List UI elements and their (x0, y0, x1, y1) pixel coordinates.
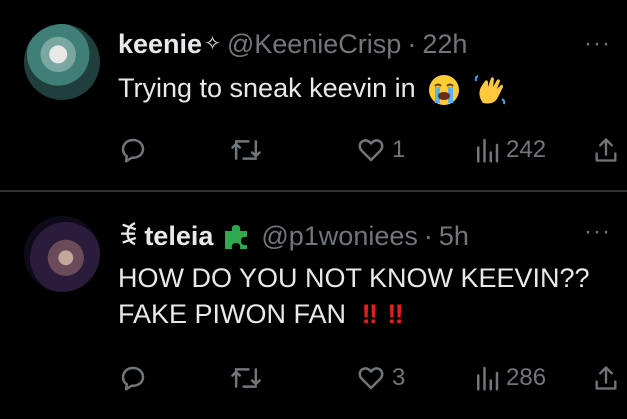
share-button[interactable] (592, 130, 620, 170)
sparkle-symbol: ✧ (204, 33, 221, 55)
views-count: 242 (506, 136, 547, 163)
loudly-crying-face-emoji (429, 74, 460, 105)
action-bar: 1 242 (0, 130, 627, 170)
tweet-text-content: FAKE PIWON FAN (118, 299, 347, 329)
tweet-header: keenie ✧ @KeenieCrisp · 22h (118, 28, 467, 60)
views-count: 286 (506, 364, 547, 391)
handle[interactable]: @p1woniees (261, 220, 418, 252)
double-exclamation-emoji: ‼ ‼ (361, 299, 405, 329)
more-options-icon[interactable]: ··· (584, 32, 611, 56)
name-prefix-symbol: ꉂ (118, 221, 139, 251)
share-icon (595, 366, 617, 390)
avatar[interactable] (24, 24, 100, 100)
display-name[interactable]: teleia (144, 220, 213, 252)
action-bar: 3 286 (0, 358, 627, 398)
reply-button[interactable] (118, 358, 148, 398)
waving-hand-emoji (474, 74, 505, 105)
views-button[interactable]: 242 (474, 130, 546, 170)
timestamp[interactable]: 22h (422, 28, 467, 60)
timestamp[interactable]: 5h (439, 220, 469, 252)
retweet-icon (231, 368, 261, 388)
share-icon (595, 138, 617, 162)
views-icon (477, 366, 499, 391)
views-button[interactable]: 286 (474, 358, 546, 398)
retweet-button[interactable] (230, 130, 262, 170)
tweet-text: Trying to sneak keevin in (118, 70, 507, 107)
puzzle-piece-emoji (225, 225, 248, 249)
like-count: 1 (392, 136, 406, 163)
tweet[interactable]: ꉂ teleia @p1woniees · 5h ··· HOW DO YOU … (0, 192, 627, 419)
tweet-header: ꉂ teleia @p1woniees · 5h (118, 220, 469, 252)
tweet[interactable]: keenie ✧ @KeenieCrisp · 22h ··· Trying t… (0, 0, 627, 191)
views-icon (477, 138, 499, 163)
heart-icon (358, 139, 384, 162)
reply-button[interactable] (118, 130, 148, 170)
reply-icon (121, 366, 145, 391)
tweet-text-content: Trying to sneak keevin in (118, 73, 416, 103)
heart-icon (358, 367, 384, 390)
reply-icon (121, 138, 145, 163)
tweet-text-line: FAKE PIWON FAN ‼ ‼ (118, 296, 590, 332)
retweet-button[interactable] (230, 358, 262, 398)
separator: · (407, 29, 417, 59)
handle[interactable]: @KeenieCrisp (227, 28, 402, 60)
like-button[interactable]: 1 (356, 130, 405, 170)
more-options-icon[interactable]: ··· (584, 220, 611, 244)
tweet-text-line: HOW DO YOU NOT KNOW KEEVIN?? (118, 263, 590, 293)
avatar[interactable] (24, 216, 100, 292)
tweet-text: HOW DO YOU NOT KNOW KEEVIN?? FAKE PIWON … (118, 260, 590, 332)
separator: · (423, 221, 433, 251)
display-name[interactable]: keenie (118, 28, 202, 60)
share-button[interactable] (592, 358, 620, 398)
retweet-icon (231, 140, 261, 160)
like-count: 3 (392, 364, 406, 391)
like-button[interactable]: 3 (356, 358, 405, 398)
